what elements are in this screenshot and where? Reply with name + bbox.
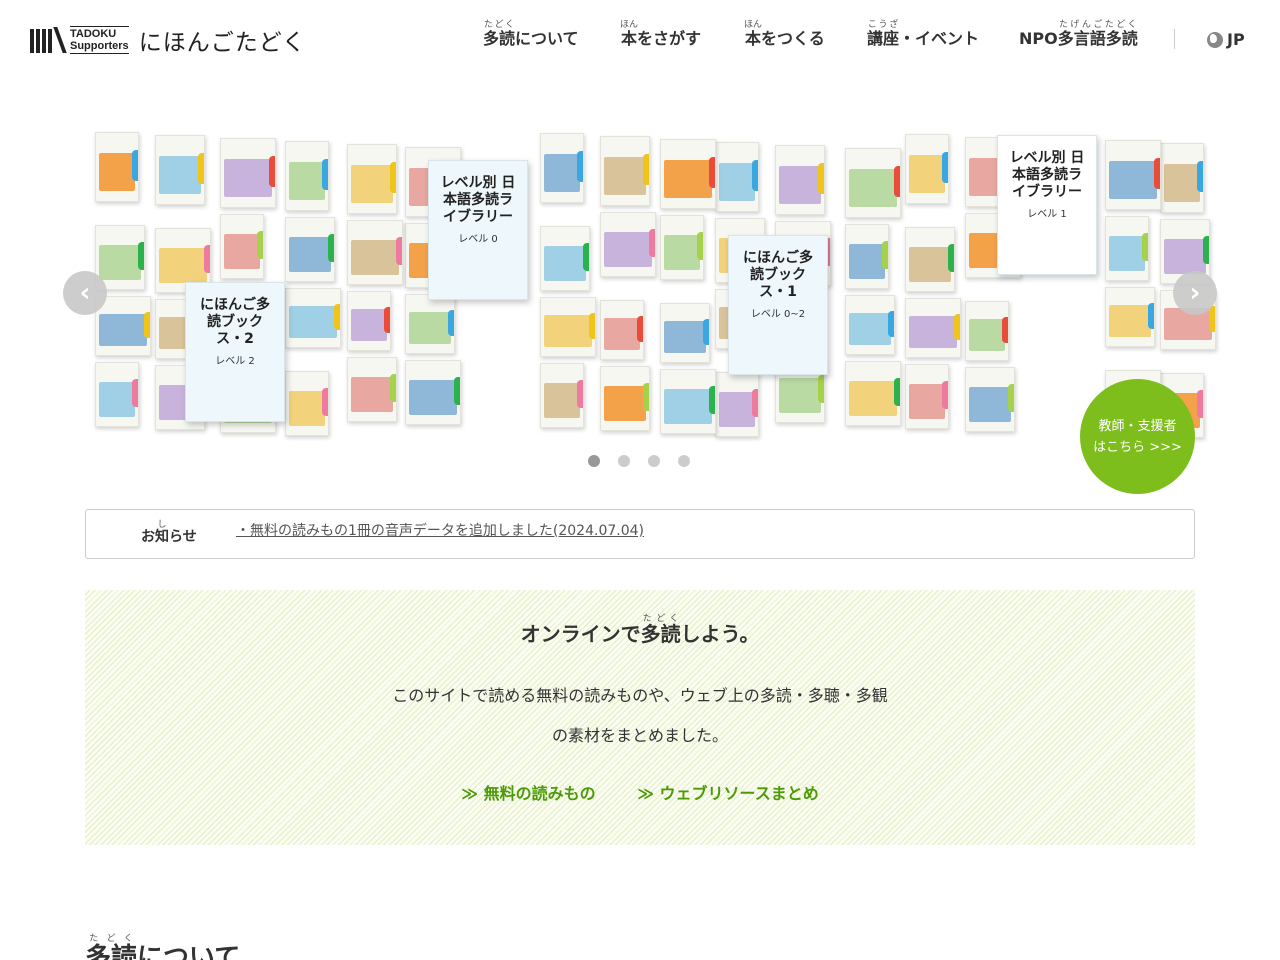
logo-books-icon [30,27,67,53]
carousel-dot[interactable] [618,455,630,467]
book-thumbnail [1160,143,1204,213]
nav-item-courses-events[interactable]: 講座こうざ・イベント [867,20,979,49]
book-thumbnail [540,363,584,428]
web-resources-link[interactable]: ≫ ウェブリソースまとめ [637,784,819,803]
online-section-description: このサイトで読める無料の読みものや、ウェブ上の多読・多聴・多観 の素材をまとめま… [85,676,1195,756]
hero-book-collage[interactable]: レベル別 日本語多読ライブラリー レベル 0 にほんご多読ブックス・2 レベル … [85,110,1216,470]
logo-wordmark: TADOKU Supporters [70,26,129,54]
book-thumbnail [660,303,710,363]
featured-book-title: にほんご多読ブックス・2 [200,297,270,347]
book-thumbnail [715,142,759,212]
teacher-button-line1: 教師・支援者 [1098,418,1177,434]
language-switcher[interactable]: JP [1207,30,1245,49]
news-bullet: ・ [236,523,250,539]
book-thumbnail [660,139,716,209]
book-thumbnail [660,215,704,280]
featured-book-level: レベル 1 [1027,209,1067,220]
book-thumbnail [540,226,590,291]
featured-book-level: レベル 0~2 [750,309,806,320]
site-name: にほんごたどく [138,30,306,56]
book-thumbnail [905,364,949,429]
news-item-link[interactable]: ・無料の読みもの1冊の音声データを追加しました(2024.07.04) [236,520,644,540]
book-thumbnail [845,224,889,289]
language-label: JP [1227,30,1245,49]
book-thumbnail [715,372,759,437]
nav-item-about-tadoku[interactable]: 多読たどくについて [483,20,579,49]
book-thumbnail [405,360,461,425]
featured-book-level: レベル 2 [215,356,255,367]
book-thumbnail [600,212,656,277]
carousel-dot[interactable] [648,455,660,467]
book-thumbnail [845,295,895,355]
nav-item-make-books[interactable]: 本ほんをつくる [744,20,825,49]
book-thumbnail [600,136,650,206]
book-thumbnail [347,357,397,422]
book-thumbnail [285,217,335,282]
news-bar: お知しらせ ・無料の読みもの1冊の音声データを追加しました(2024.07.04… [85,509,1195,559]
book-thumbnail [965,301,1009,361]
globe-icon [1207,31,1223,48]
book-thumbnail [220,214,264,279]
featured-book-title: にほんご多読ブックス・1 [743,250,813,300]
teacher-supporter-button[interactable]: 教師・支援者 はこちら >>> [1080,379,1195,494]
book-thumbnail [1105,287,1155,347]
book-thumbnail [1105,140,1161,210]
featured-book-level: レベル 0 [458,234,498,245]
featured-book-title: レベル別 日本語多読ライブラリー [1009,150,1085,200]
book-thumbnail [347,291,391,351]
book-thumbnail [905,134,949,204]
book-thumbnail [660,369,716,434]
featured-book-cover: レベル別 日本語多読ライブラリー レベル 0 [428,160,528,300]
online-links: ≫ 無料の読みもの ≫ ウェブリソースまとめ [85,780,1195,804]
carousel-dot[interactable] [678,455,690,467]
nav-item-find-books[interactable]: 本ほんをさがす [620,20,701,49]
about-tadoku-heading: 多読たどくについて [85,934,241,960]
carousel-prev-button[interactable]: ‹ [63,271,107,315]
book-thumbnail [405,294,455,354]
book-thumbnail [1105,216,1149,281]
news-label: お知しらせ [141,520,197,545]
online-tadoku-section: オンラインで多読たどくしよう。 このサイトで読める無料の読みものや、ウェブ上の多… [85,590,1195,845]
logo-line2: Supporters [70,40,129,52]
book-thumbnail [285,141,329,211]
logo-line1: TADOKU [70,28,117,40]
book-thumbnail [285,288,341,348]
book-thumbnail [905,227,955,292]
chevron-right-icon: › [1189,278,1201,308]
online-description-line1: このサイトで読める無料の読みものや、ウェブ上の多読・多聴・多観 [392,686,888,705]
teacher-button-line2: はこちら >>> [1093,439,1182,455]
news-item-text: 無料の読みもの1冊の音声データを追加しました(2024.07.04) [250,523,644,539]
carousel-dot[interactable] [588,455,600,467]
book-thumbnail [775,145,825,215]
nav-item-npo[interactable]: NPO多言語多読たげんごたどく [1019,20,1138,49]
featured-book-cover: にほんご多読ブックス・1 レベル 0~2 [728,235,828,375]
book-thumbnail [347,220,403,285]
book-thumbnail [285,371,329,436]
book-thumbnail [965,367,1015,432]
chevron-left-icon: ‹ [79,278,91,308]
free-readings-link[interactable]: ≫ 無料の読みもの [461,784,595,803]
carousel-dots [588,455,690,467]
online-section-title: オンラインで多読たどくしよう。 [520,614,760,646]
site-logo[interactable]: TADOKU Supporters にほんごたどく [30,23,306,57]
book-thumbnail [540,297,596,357]
carousel-next-button[interactable]: › [1173,271,1217,315]
book-thumbnail [95,132,139,202]
online-description-line2: の素材をまとめました。 [551,726,728,745]
book-thumbnail [155,135,205,205]
site-header: TADOKU Supporters にほんごたどく 多読たどくについて 本ほんを… [0,0,1280,80]
featured-book-cover: にほんご多読ブックス・2 レベル 2 [185,282,285,422]
book-thumbnail [600,366,650,431]
featured-book-title: レベル別 日本語多読ライブラリー [440,175,516,225]
featured-book-cover: レベル別 日本語多読ライブラリー レベル 1 [997,135,1097,275]
book-thumbnail [347,144,397,214]
book-thumbnail [845,361,901,426]
book-thumbnail [95,362,139,427]
book-thumbnail [905,298,961,358]
book-thumbnail [845,148,901,218]
book-thumbnail [540,133,584,203]
book-thumbnail [220,138,276,208]
nav-divider [1174,29,1175,49]
book-thumbnail [600,300,644,360]
